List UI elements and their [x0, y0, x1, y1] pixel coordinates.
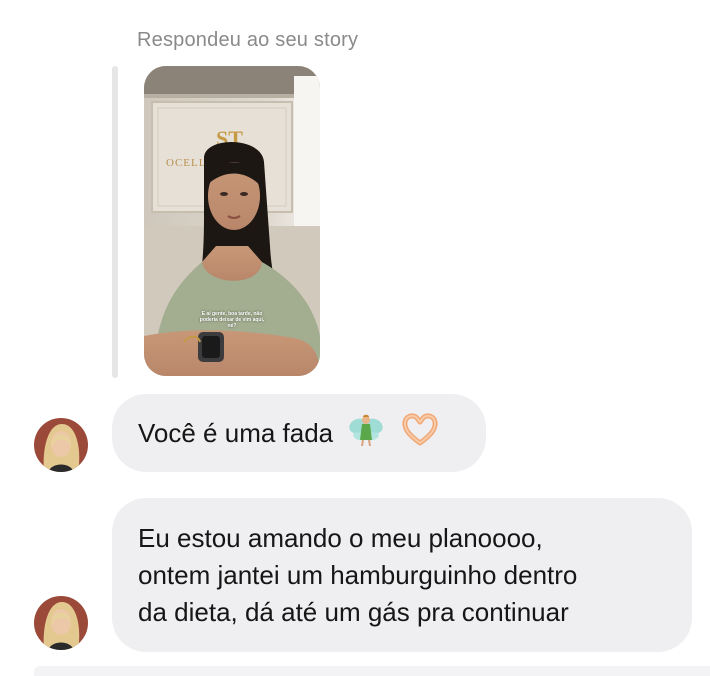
story-caption: E aí gente, boa tarde, não poderia deixa…	[199, 311, 265, 329]
message-text-line: ontem jantei um hamburguinho dentro	[138, 560, 578, 590]
reply-label: Respondeu ao seu story	[137, 29, 359, 51]
message-text: Você é uma fada	[138, 417, 334, 448]
next-message-edge	[34, 666, 710, 676]
message-bubble[interactable]: Você é uma fada	[112, 394, 486, 472]
story-thumbnail[interactable]: ST OCELLOY clinica E aí gente, boa tarde…	[144, 66, 320, 376]
message-bubble[interactable]: Eu estou amando o meu planoooo, ontem ja…	[112, 498, 692, 652]
avatar[interactable]	[34, 418, 88, 472]
fairy-icon	[347, 412, 385, 455]
quote-bar	[112, 66, 118, 378]
message-text-line: Eu estou amando o meu planoooo,	[138, 523, 543, 553]
avatar[interactable]	[34, 596, 88, 650]
story-image: ST OCELLOY clinica	[144, 66, 320, 376]
heart-hands-icon	[401, 412, 439, 454]
message-text-line: da dieta, dá até um gás pra continuar	[138, 597, 569, 627]
